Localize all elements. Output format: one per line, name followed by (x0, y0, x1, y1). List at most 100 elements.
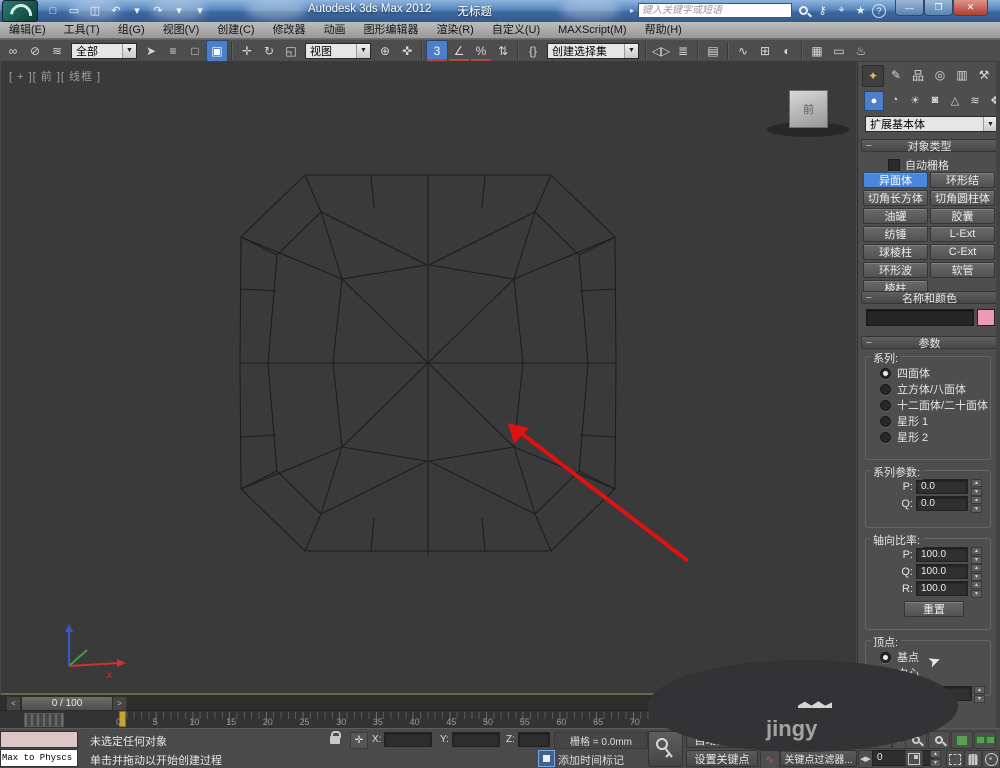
spinner-up-icon[interactable]: ▲ (971, 581, 982, 589)
help-icon[interactable]: ? (872, 3, 887, 18)
object-button-2[interactable]: 切角长方体 (863, 190, 928, 206)
family-option-1[interactable]: 立方体/八面体 (866, 381, 990, 397)
default-in-out-tangents-icon[interactable]: ∿ (760, 750, 780, 768)
communication-center-icon[interactable]: ⌖ (834, 3, 849, 18)
current-frame-field[interactable]: 0 (872, 750, 934, 766)
viewcube[interactable]: 前 (767, 90, 851, 138)
application-menu-button[interactable] (2, 0, 38, 22)
family-param-spinner-1[interactable]: ▲ ▼ (971, 496, 982, 513)
menu-item-2[interactable]: 组(G) (109, 22, 154, 38)
chevron-down-icon[interactable]: ▼ (122, 43, 136, 58)
menu-item-6[interactable]: 动画 (315, 22, 355, 38)
redo-icon[interactable]: ↷ (149, 2, 167, 19)
material-editor-icon[interactable]: ◐ (776, 40, 798, 62)
render-production-icon[interactable]: ♨ (850, 40, 872, 62)
subtab-shapes[interactable]: ◔ (886, 91, 904, 109)
collapse-icon[interactable]: − (866, 141, 872, 152)
menu-item-11[interactable]: 帮助(H) (636, 22, 691, 38)
schematic-view-icon[interactable]: ⊞ (754, 40, 776, 62)
mirror-icon[interactable]: ◁▷ (650, 40, 672, 62)
coord-z-field[interactable] (518, 732, 550, 747)
chevron-down-icon[interactable]: ▼ (983, 117, 997, 131)
maximize-button[interactable]: ❐ (924, 0, 953, 16)
panel-mini-spinner[interactable]: ▲ ▼ (974, 686, 985, 703)
minimize-button[interactable]: — (895, 0, 924, 16)
search-icon[interactable] (796, 3, 811, 18)
use-pivot-point-center-icon[interactable]: ⊕ (374, 40, 396, 62)
object-button-7[interactable]: L-Ext (930, 226, 995, 242)
add-time-tag[interactable]: 添加时间标记 (558, 752, 624, 768)
family-option-4[interactable]: 星形 2 (866, 429, 990, 445)
family-radio-3[interactable] (880, 415, 891, 427)
wireframe-model[interactable] (1, 62, 856, 693)
object-color-swatch[interactable] (977, 309, 995, 326)
family-param-field-0[interactable]: 0.0 (916, 479, 968, 494)
rollout-name-color[interactable]: − 名称和颜色 (861, 291, 998, 305)
previous-frame-button[interactable]: < (6, 696, 21, 711)
sign-in-key-icon[interactable]: ⚷ (815, 3, 830, 18)
axis-field-2[interactable]: 100.0 (916, 581, 968, 596)
object-button-1[interactable]: 环形结 (930, 172, 995, 188)
chevron-down-icon[interactable]: ▼ (356, 43, 370, 58)
menu-item-9[interactable]: 自定义(U) (483, 22, 549, 38)
autogrid-checkbox[interactable] (888, 159, 900, 171)
edit-named-selection-sets-icon[interactable]: {} (522, 40, 544, 62)
infocenter-arrow-icon[interactable]: ▸ (630, 6, 634, 15)
reset-button[interactable]: 重置 (904, 601, 964, 617)
align-icon[interactable]: ≣ (672, 40, 694, 62)
frame-spinner[interactable]: ▲ ▼ (930, 750, 941, 767)
spinner-down-icon[interactable]: ▼ (971, 573, 982, 581)
unlink-selection-icon[interactable]: ⊘ (24, 40, 46, 62)
tab-create[interactable]: ✦ (862, 65, 884, 87)
spinner-down-icon[interactable]: ▼ (971, 505, 982, 513)
render-setup-icon[interactable]: ▦ (806, 40, 828, 62)
menu-item-5[interactable]: 修改器 (264, 22, 315, 38)
menu-item-10[interactable]: MAXScript(M) (549, 22, 635, 38)
zoom-all-icon[interactable] (928, 731, 950, 749)
undo-dropdown-icon[interactable]: ▾ (128, 2, 146, 19)
bind-to-space-warp-icon[interactable]: ≋ (46, 40, 68, 62)
vertex-radio-0[interactable] (880, 651, 891, 663)
object-button-0[interactable]: 异面体 (863, 172, 928, 188)
object-name-field[interactable] (866, 309, 974, 326)
select-and-rotate-icon[interactable]: ↻ (258, 40, 280, 62)
chevron-down-icon[interactable]: ▼ (624, 43, 638, 58)
menu-item-1[interactable]: 工具(T) (55, 22, 109, 38)
tab-utilities[interactable]: ⚒ (974, 65, 994, 85)
family-param-field-1[interactable]: 0.0 (916, 496, 968, 511)
key-filters-button[interactable]: 关键点过滤器... (780, 750, 857, 767)
menu-item-3[interactable]: 视图(V) (154, 22, 209, 38)
named-selection-sets-dropdown[interactable]: 创建选择集 ▼ (547, 42, 639, 59)
coord-x-field[interactable] (384, 732, 432, 747)
orbit-icon[interactable] (982, 750, 1000, 768)
save-file-icon[interactable]: ◫ (86, 2, 104, 19)
selection-filter-dropdown[interactable]: 全部 ▼ (71, 42, 137, 59)
axis-field-0[interactable]: 100.0 (916, 547, 968, 562)
spinner-down-icon[interactable]: ▼ (971, 556, 982, 564)
family-param-spinner-0[interactable]: ▲ ▼ (971, 479, 982, 496)
redo-dropdown-icon[interactable]: ▾ (170, 2, 188, 19)
object-button-5[interactable]: 胶囊 (930, 208, 995, 224)
set-keys-button[interactable] (648, 731, 683, 767)
select-and-scale-icon[interactable]: ◱ (280, 40, 302, 62)
axis-field-1[interactable]: 100.0 (916, 564, 968, 579)
reference-coordinate-system-dropdown[interactable]: 视图 ▼ (305, 42, 371, 59)
object-button-6[interactable]: 纺锤 (863, 226, 928, 242)
spinner-snap-toggle-icon[interactable]: ⇅ (492, 40, 514, 62)
rollout-object-type[interactable]: − 对象类型 (861, 139, 998, 153)
object-button-11[interactable]: 软管 (930, 262, 995, 278)
panel-scrollbar[interactable] (996, 62, 1000, 728)
curve-editor-icon[interactable]: ∿ (732, 40, 754, 62)
select-object-icon[interactable]: ➤ (140, 40, 162, 62)
rendered-frame-window-icon[interactable]: ▭ (828, 40, 850, 62)
family-radio-1[interactable] (880, 383, 891, 395)
maxscript-mini-listener-pink[interactable] (0, 731, 78, 748)
category-dropdown[interactable]: 扩展基本体 ▼ (865, 116, 998, 132)
isolate-selection-icon[interactable] (538, 750, 555, 767)
object-button-3[interactable]: 切角圆柱体 (930, 190, 995, 206)
viewport-label[interactable]: [ + ][ 前 ][ 线框 ] (9, 68, 101, 84)
open-mini-curve-editor-icon[interactable] (24, 713, 64, 727)
family-option-0[interactable]: 四面体 (866, 365, 990, 381)
zoom-region-icon[interactable] (946, 750, 964, 768)
menu-item-0[interactable]: 编辑(E) (0, 22, 55, 38)
